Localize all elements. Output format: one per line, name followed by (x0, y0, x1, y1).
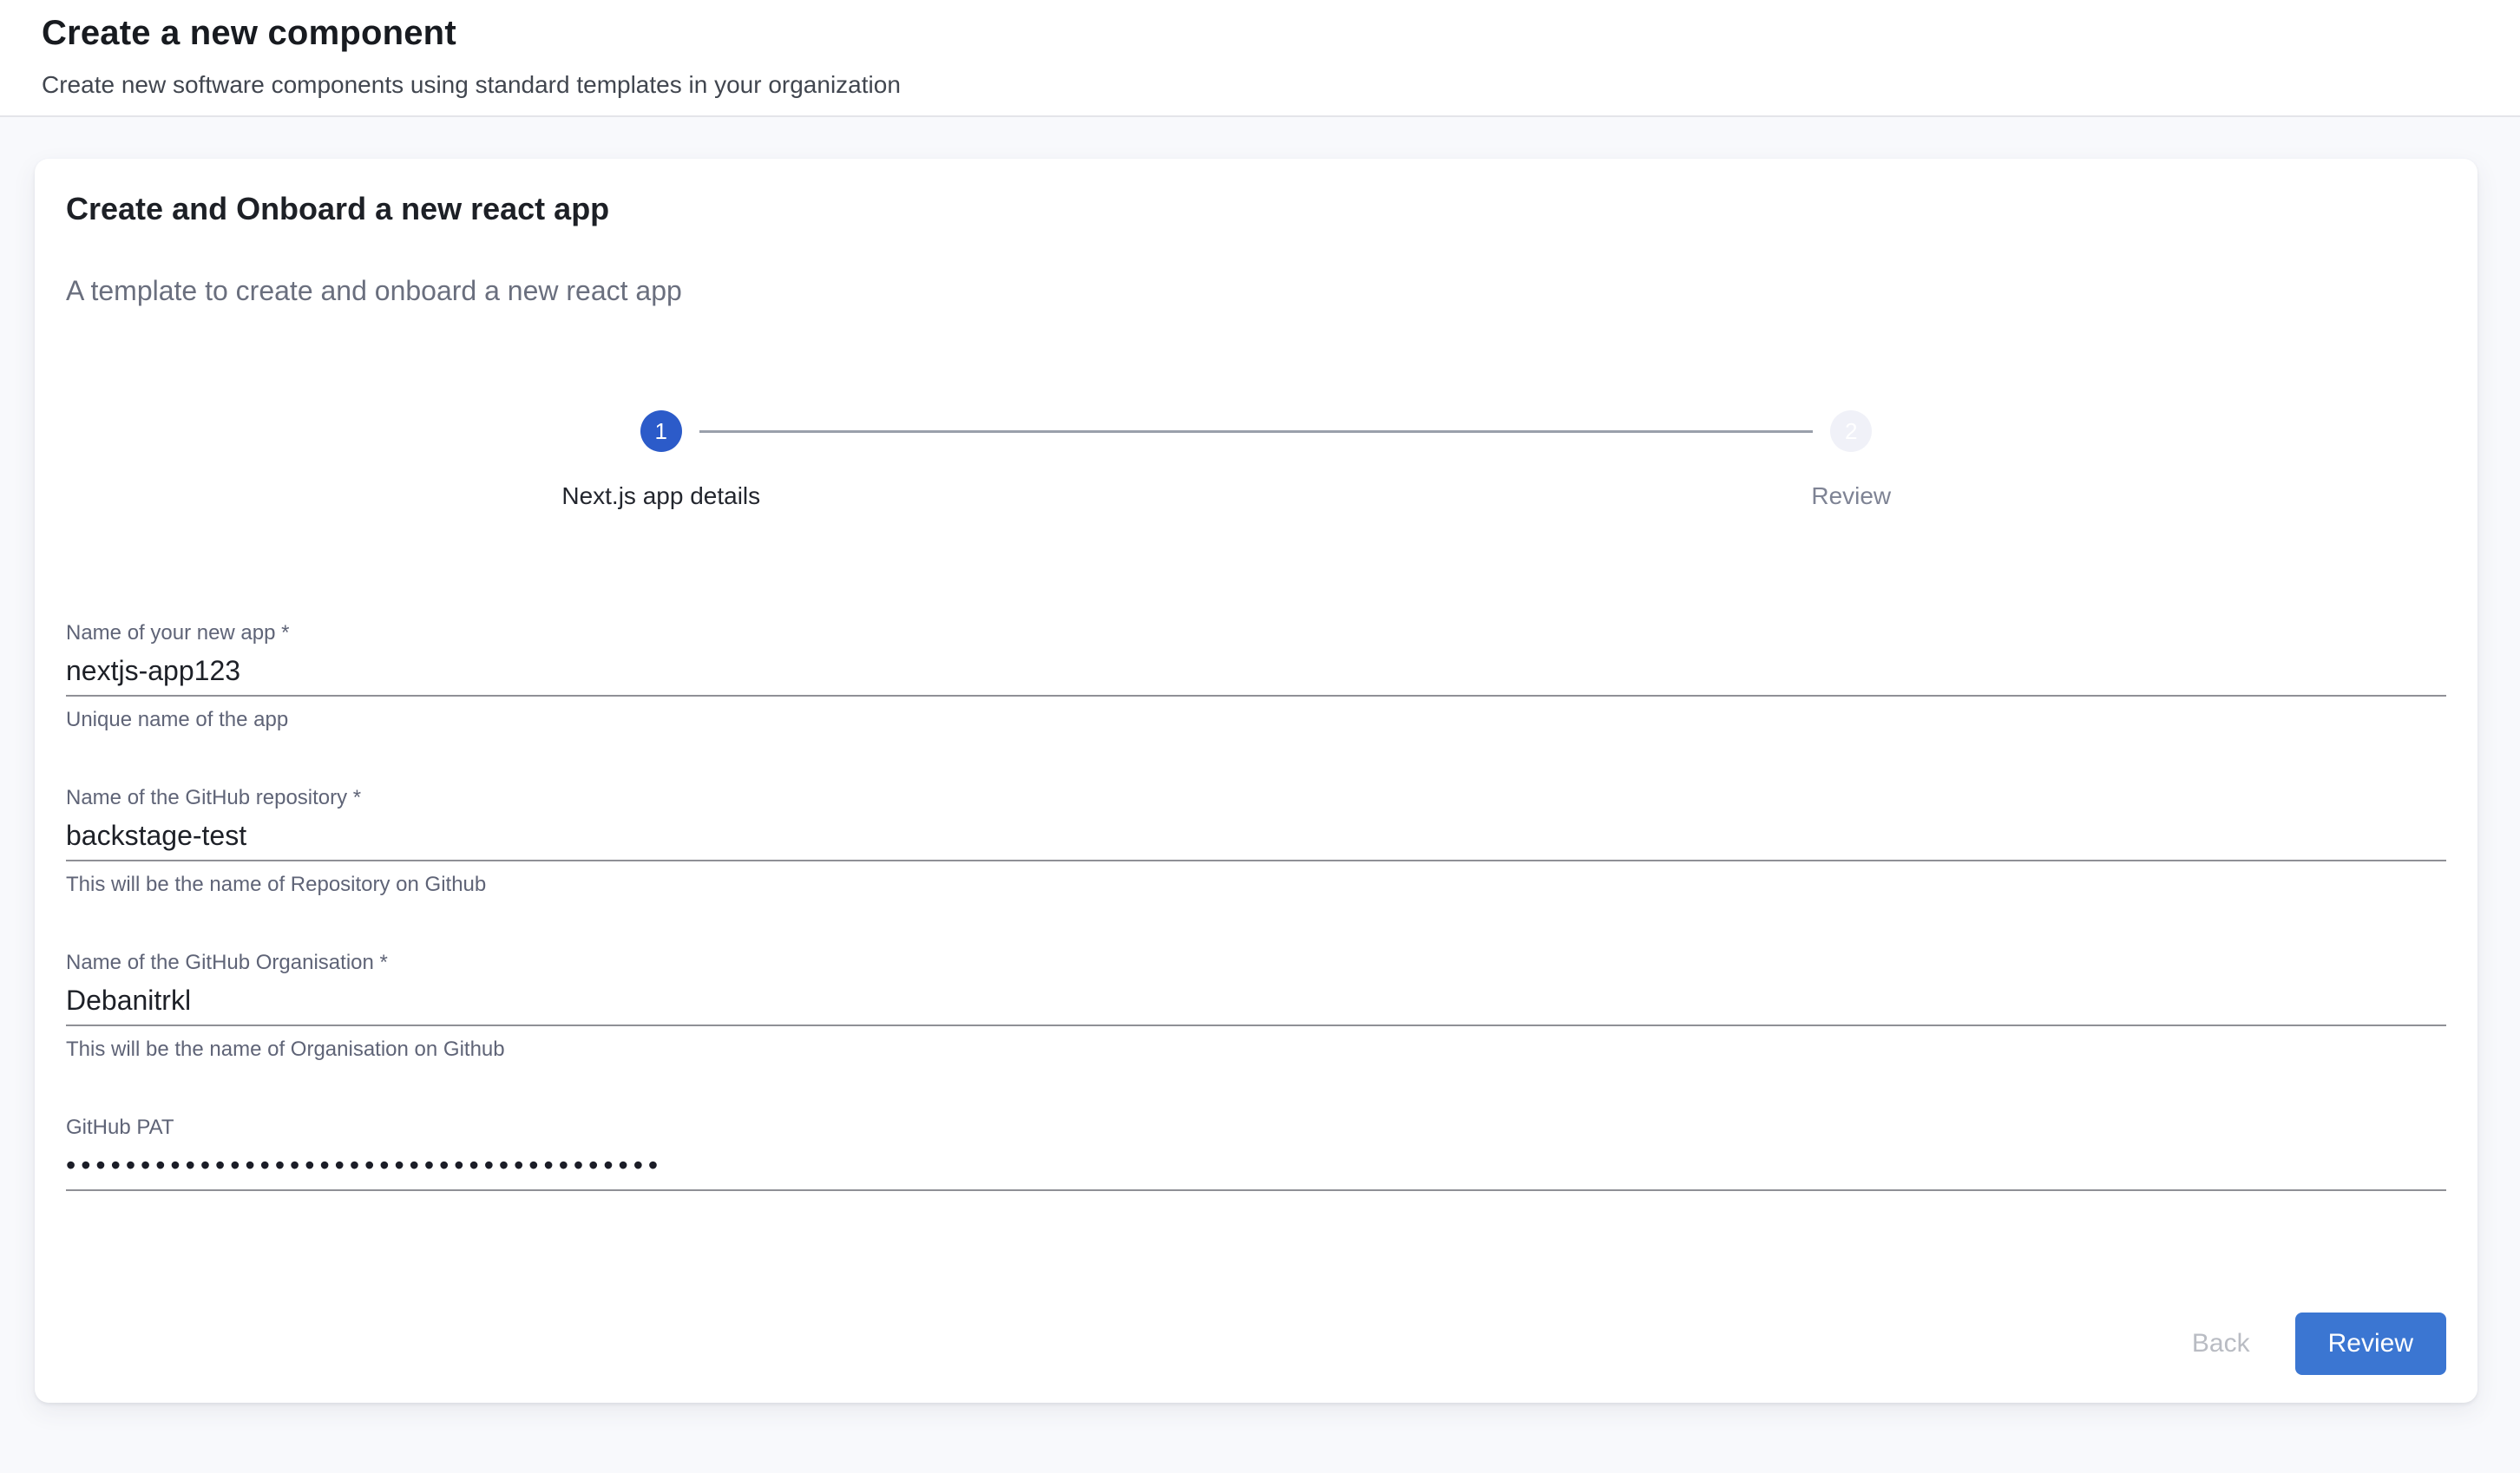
github-pat-label: GitHub PAT (66, 1115, 2446, 1141)
github-pat-field: GitHub PAT (66, 1115, 2446, 1191)
form-actions: Back Review (66, 1313, 2446, 1375)
step-connector-line (699, 430, 1814, 433)
app-name-helper: Unique name of the app (66, 707, 2446, 733)
repo-name-label: Name of the GitHub repository * (66, 785, 2446, 811)
org-name-input[interactable] (66, 983, 2446, 1026)
template-card-title: Create and Onboard a new react app (66, 190, 2446, 228)
template-card: Create and Onboard a new react app A tem… (35, 159, 2477, 1403)
org-name-helper: This will be the name of Organisation on… (66, 1037, 2446, 1063)
github-pat-input[interactable] (66, 1148, 2446, 1191)
stepper-step-nextjs-app-details: 1 Next.js app details (66, 410, 1257, 509)
step-1-circle: 1 (640, 410, 682, 452)
back-button[interactable]: Back (2168, 1319, 2274, 1369)
org-name-field: Name of the GitHub Organisation * This w… (66, 950, 2446, 1063)
repo-name-input[interactable] (66, 818, 2446, 861)
repo-name-field: Name of the GitHub repository * This wil… (66, 785, 2446, 898)
page-header: Create a new component Create new softwa… (0, 0, 2520, 117)
repo-name-helper: This will be the name of Repository on G… (66, 872, 2446, 898)
stepper: 1 Next.js app details 2 Review (66, 410, 2446, 509)
stepper-step-review: 2 Review (1257, 410, 2447, 509)
page-title: Create a new component (42, 10, 2478, 56)
org-name-label: Name of the GitHub Organisation * (66, 950, 2446, 976)
template-form: Name of your new app * Unique name of th… (66, 620, 2446, 1191)
app-name-field: Name of your new app * Unique name of th… (66, 620, 2446, 733)
step-1-label: Next.js app details (561, 483, 760, 509)
app-name-input[interactable] (66, 653, 2446, 697)
app-name-label: Name of your new app * (66, 620, 2446, 646)
page-subtitle: Create new software components using sta… (42, 69, 2478, 101)
main-content: Create and Onboard a new react app A tem… (0, 117, 2520, 1403)
template-card-description: A template to create and onboard a new r… (66, 273, 2446, 308)
step-2-label: Review (1811, 483, 1891, 509)
step-2-circle: 2 (1830, 410, 1872, 452)
review-button[interactable]: Review (2295, 1313, 2446, 1375)
